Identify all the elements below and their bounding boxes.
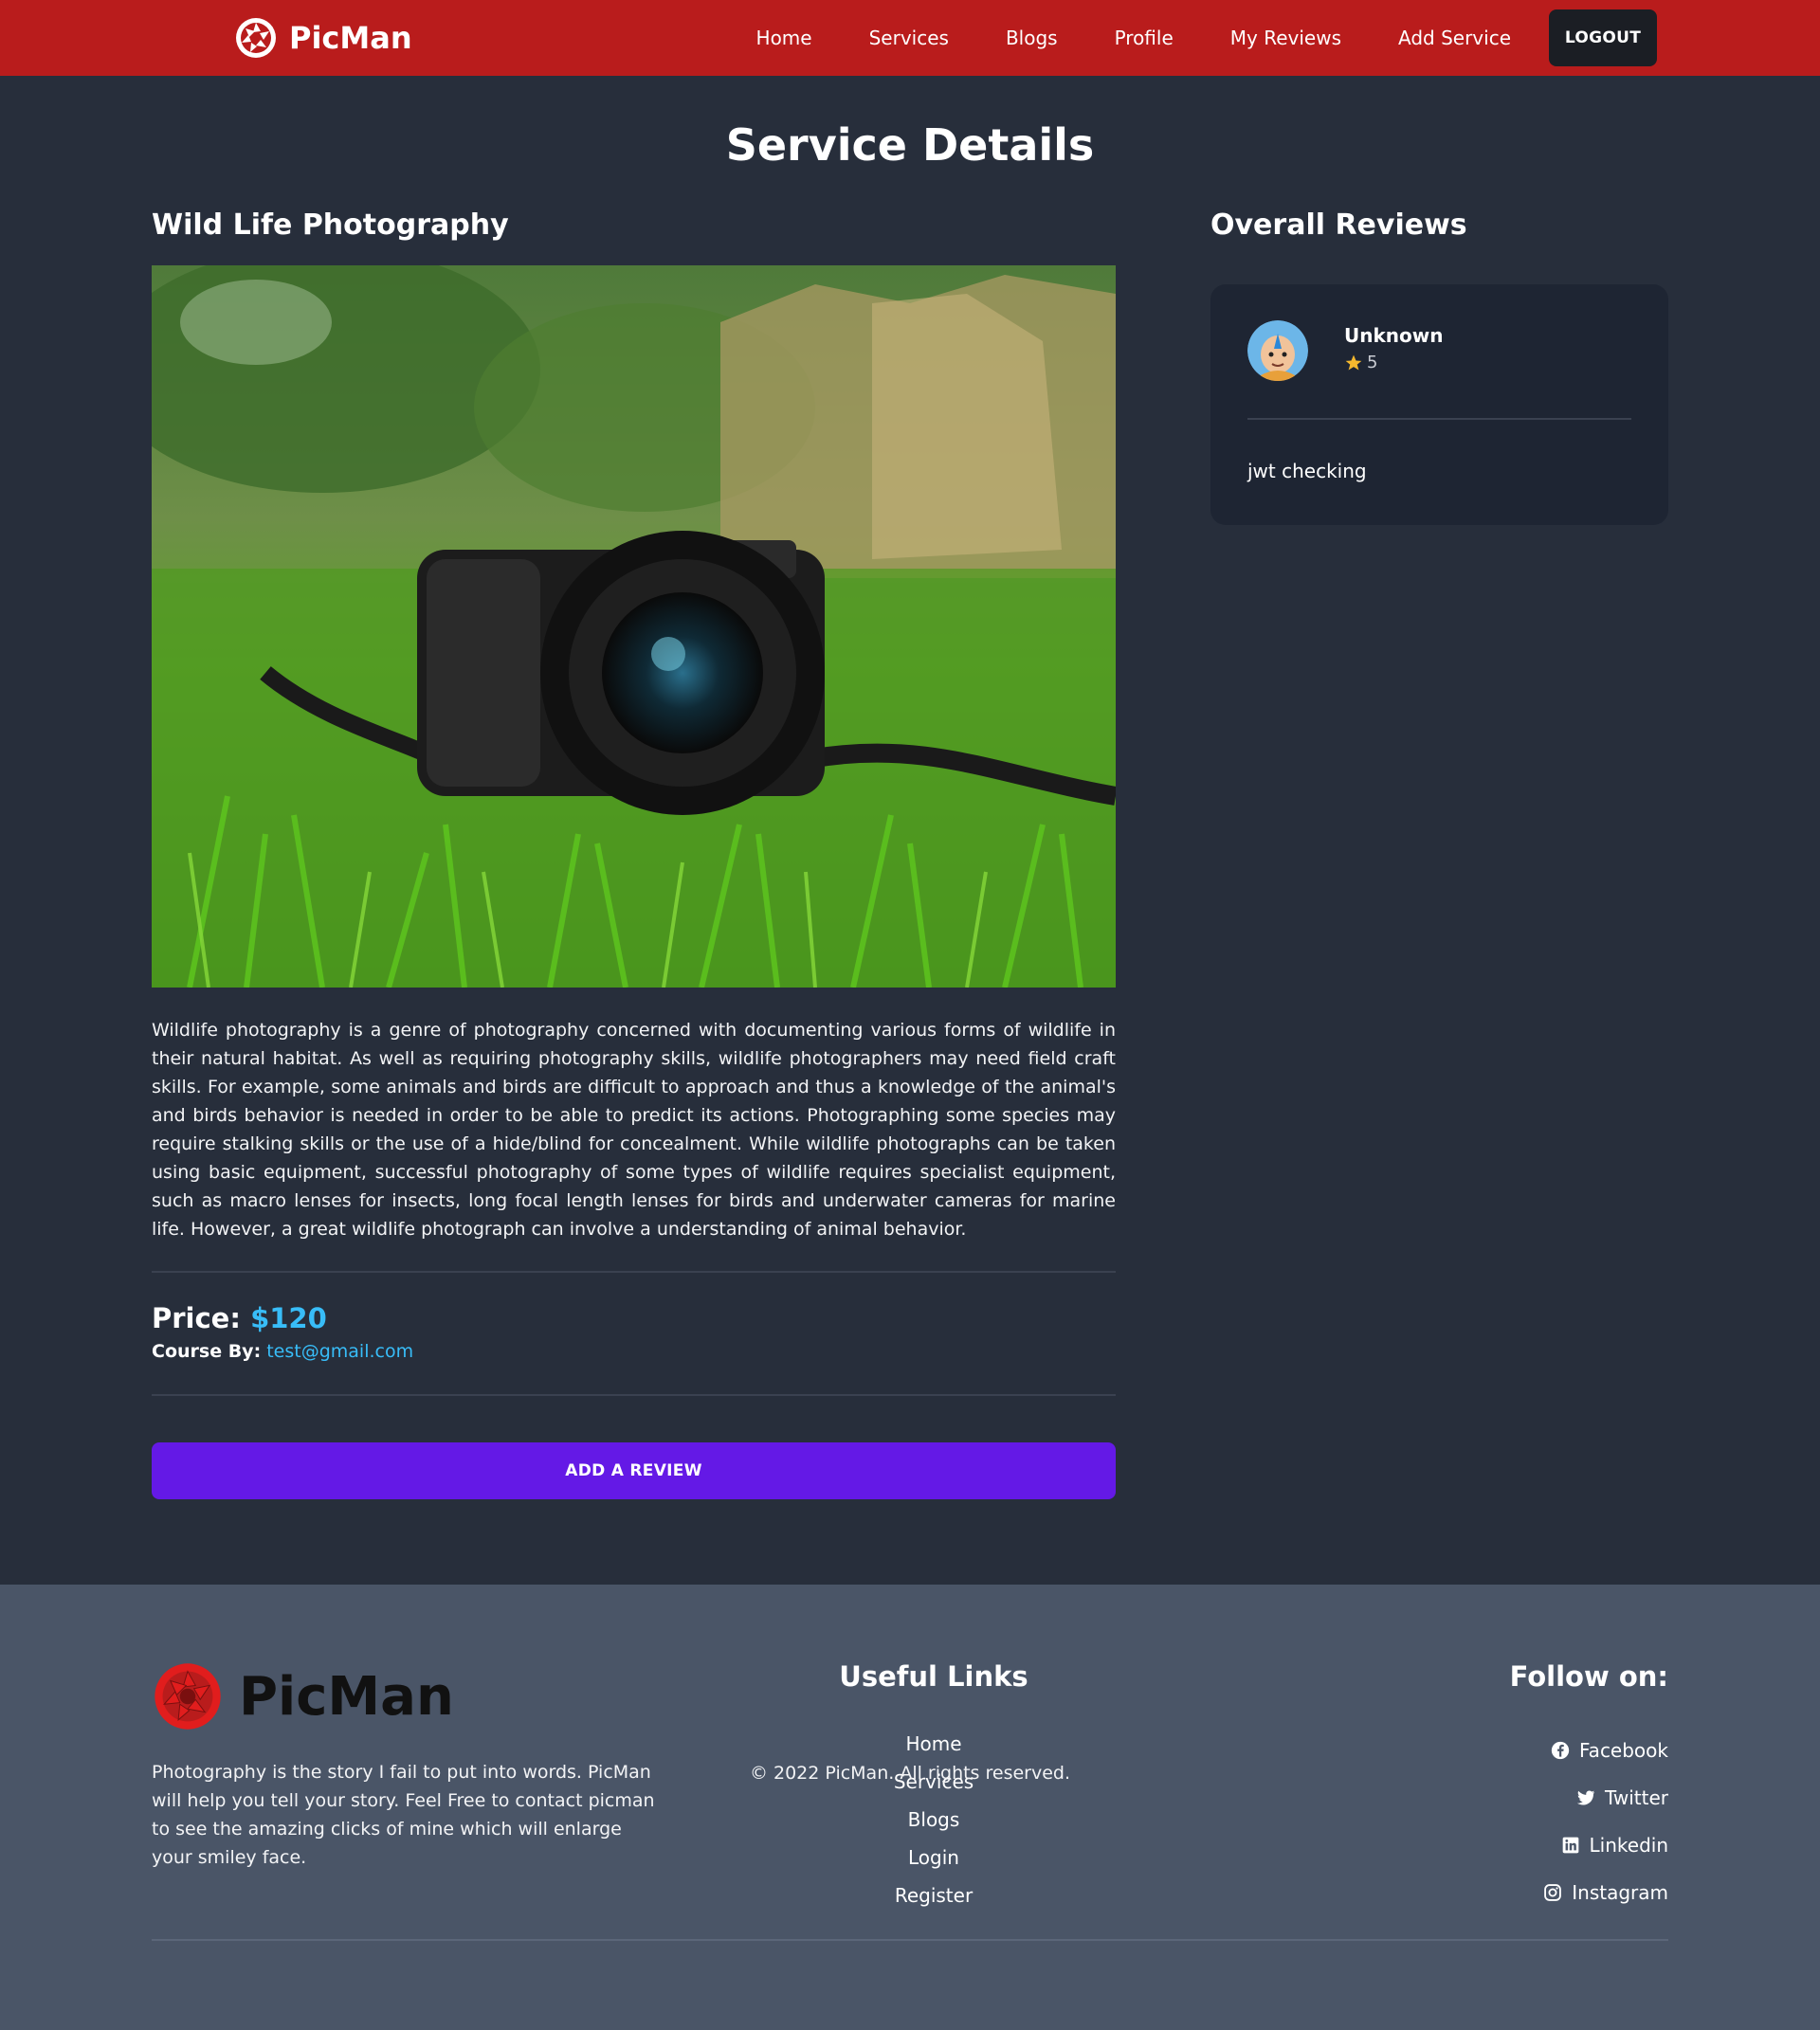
add-review-button[interactable]: ADD A REVIEW (152, 1442, 1116, 1499)
twitter-icon (1576, 1790, 1595, 1805)
social-links: Facebook Twitter Linkedin Instagram (1543, 1727, 1668, 1916)
service-image (152, 265, 1116, 988)
copyright: © 2022 PicMan. All rights reserved. (749, 1763, 1071, 1784)
price-label: Price: (152, 1302, 241, 1334)
course-by: Course By: test@gmail.com (152, 1341, 413, 1362)
nav-blogs-link[interactable]: Blogs (1006, 27, 1058, 49)
nav-add-service-link[interactable]: Add Service (1398, 27, 1511, 49)
footer-brand[interactable]: PicMan (152, 1660, 454, 1732)
nav-links: Home Services Blogs Profile My Reviews A… (756, 9, 1657, 66)
service-description: Wildlife photography is a genre of photo… (152, 1020, 1116, 1240)
instagram-icon (1544, 1884, 1562, 1901)
reviewer-name: Unknown (1344, 324, 1444, 347)
footer-register-link[interactable]: Register (815, 1876, 1052, 1914)
nav-services-link[interactable]: Services (869, 27, 949, 49)
price-value: $120 (250, 1302, 327, 1334)
footer-login-link[interactable]: Login (815, 1839, 1052, 1876)
nav-my-reviews-link[interactable]: My Reviews (1230, 27, 1341, 49)
divider (152, 1271, 1116, 1273)
nav-home-link[interactable]: Home (756, 27, 812, 49)
navbar: PicMan Home Services Blogs Profile My Re… (0, 0, 1820, 76)
review-divider (1247, 418, 1631, 420)
footer: PicMan Photography is the story I fail t… (0, 1585, 1820, 2030)
logout-button[interactable]: LOGOUT (1549, 9, 1657, 66)
reviews-title: Overall Reviews (1210, 208, 1467, 242)
linkedin-label: Linkedin (1589, 1834, 1668, 1857)
rating-value: 5 (1367, 353, 1378, 372)
camera-aperture-icon (155, 1663, 221, 1730)
course-by-email[interactable]: test@gmail.com (266, 1341, 413, 1362)
avatar (1247, 320, 1308, 381)
service-title: Wild Life Photography (152, 208, 509, 242)
footer-blogs-link[interactable]: Blogs (815, 1801, 1052, 1839)
divider (152, 1394, 1116, 1396)
review-card: Unknown 5 jwt checking (1210, 284, 1668, 525)
useful-links-title: Useful Links (839, 1660, 1028, 1693)
camera-aperture-icon (236, 18, 276, 58)
linkedin-link[interactable]: Linkedin (1543, 1822, 1668, 1869)
price: Price: $120 (152, 1302, 327, 1334)
footer-home-link[interactable]: Home (815, 1725, 1052, 1763)
course-by-label: Course By: (152, 1341, 262, 1362)
star-icon (1345, 354, 1362, 370)
useful-links: Home Services Blogs Login Register (815, 1725, 1052, 1914)
review-rating: 5 (1344, 353, 1377, 372)
footer-brand-name: PicMan (239, 1665, 454, 1728)
follow-title: Follow on: (1509, 1660, 1668, 1693)
nav-profile-link[interactable]: Profile (1115, 27, 1174, 49)
footer-divider (152, 1939, 1668, 1941)
brand-name: PicMan (289, 20, 412, 56)
facebook-icon (1551, 1741, 1570, 1760)
instagram-link[interactable]: Instagram (1543, 1869, 1668, 1916)
linkedin-icon (1562, 1837, 1578, 1854)
brand-link[interactable]: PicMan (234, 16, 412, 60)
instagram-label: Instagram (1572, 1881, 1668, 1904)
page-title: Service Details (725, 119, 1095, 171)
review-text: jwt checking (1247, 460, 1367, 482)
